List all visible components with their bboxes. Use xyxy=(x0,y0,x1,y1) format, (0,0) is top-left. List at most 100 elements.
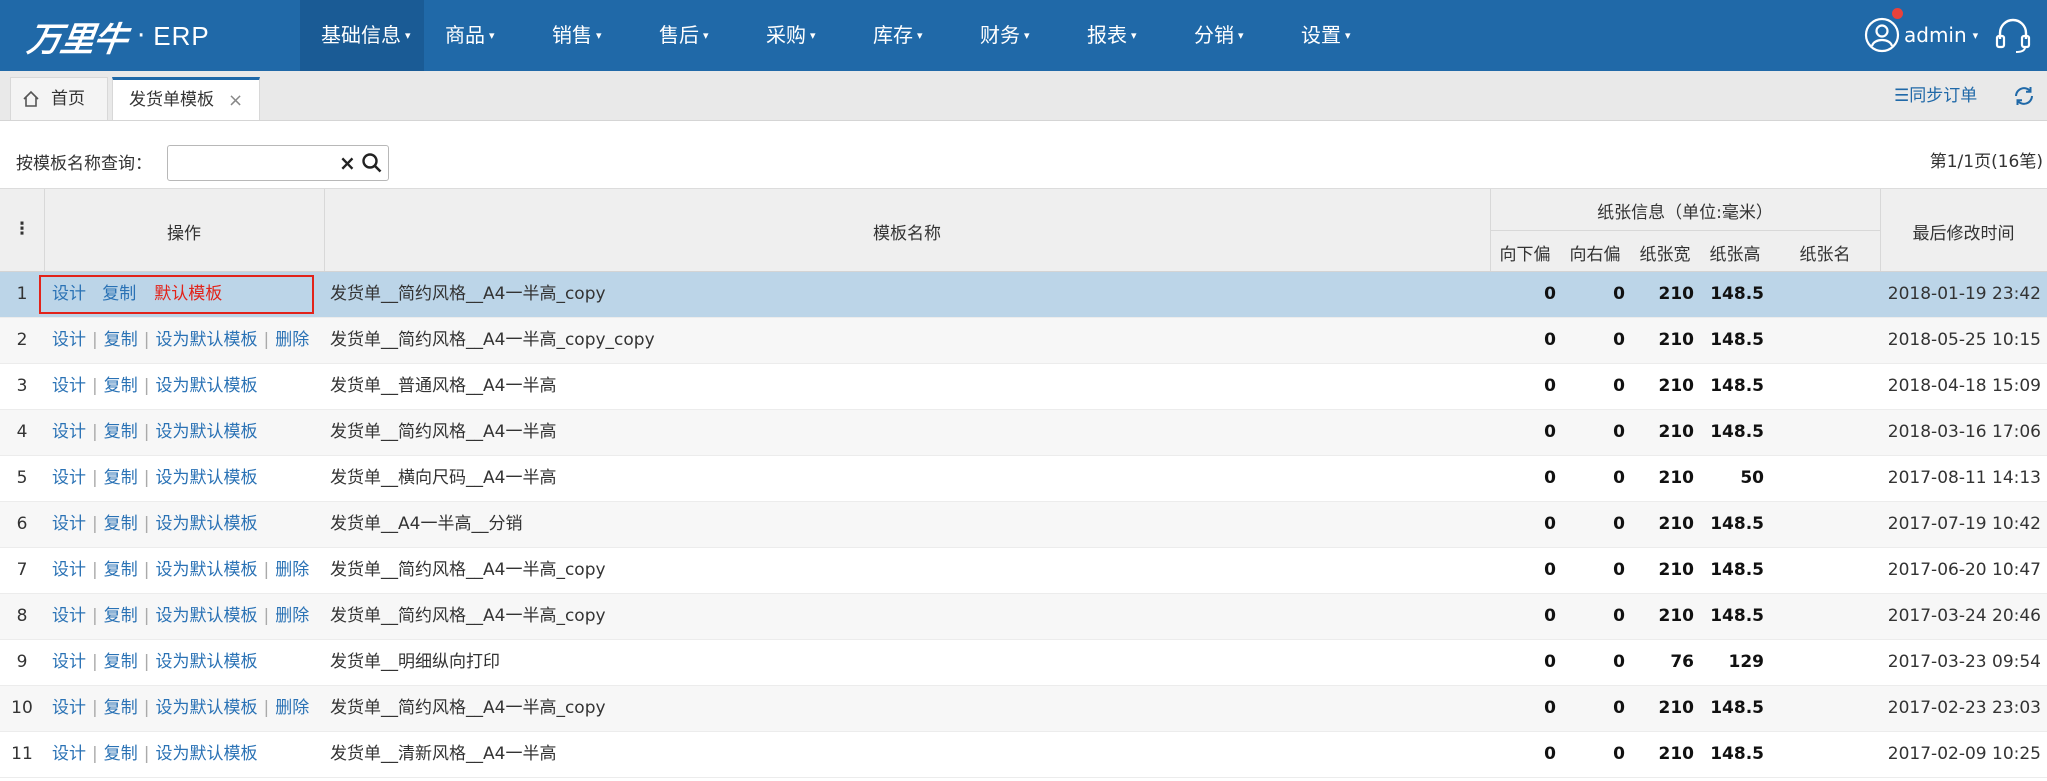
copy-link[interactable]: 复制 xyxy=(104,468,138,488)
nav-item[interactable]: 库存 ▾ xyxy=(852,0,959,71)
header-ops: 操作 xyxy=(167,224,201,244)
down-offset: 0 xyxy=(1544,330,1556,350)
set-default-link[interactable]: 设为默认模板 xyxy=(155,514,257,534)
design-link[interactable]: 设计 xyxy=(52,652,86,672)
set-default-link[interactable]: 设为默认模板 xyxy=(155,606,257,626)
copy-link[interactable]: 复制 xyxy=(104,330,138,350)
nav-item[interactable]: 采购 ▾ xyxy=(745,0,852,71)
set-default-link[interactable]: 设为默认模板 xyxy=(155,652,257,672)
clear-icon[interactable]: × xyxy=(339,151,356,175)
header-paper-name[interactable]: 纸张名 xyxy=(1770,240,1880,265)
table-row[interactable]: 6 设计 | 复制 | 设为默认模板 发货单__A4一半高__分销 0 0 210 148.5 201… xyxy=(0,502,2047,548)
delete-link[interactable]: 删除 xyxy=(275,606,309,626)
set-default-link[interactable]: 设为默认模板 xyxy=(155,330,257,350)
headset-icon[interactable] xyxy=(1994,15,2032,55)
copy-link[interactable]: 复制 xyxy=(104,376,138,396)
set-default-link[interactable]: 设为默认模板 xyxy=(155,560,257,580)
delete-link[interactable]: 删除 xyxy=(275,560,309,580)
copy-link[interactable]: 复制 xyxy=(104,698,138,718)
set-default-link[interactable]: 设为默认模板 xyxy=(155,468,257,488)
sync-orders-button[interactable]: ☰同步订单 xyxy=(1894,84,1977,108)
design-link[interactable]: 设计 xyxy=(52,376,86,396)
nav-item[interactable]: 商品 ▾ xyxy=(424,0,531,71)
copy-link[interactable]: 复制 xyxy=(104,744,138,764)
right-offset: 0 xyxy=(1613,330,1625,350)
table-header: ⋮ 操作 模板名称 纸张信息（单位:毫米） 向下偏 向右偏 纸张宽 纸张高 纸张… xyxy=(0,188,2047,272)
home-icon xyxy=(23,90,39,107)
copy-link[interactable]: 复制 xyxy=(104,514,138,534)
nav-item[interactable]: 销售 ▾ xyxy=(531,0,638,71)
template-name: 发货单__清新风格__A4一半高 xyxy=(330,744,557,764)
refresh-icon[interactable] xyxy=(2012,84,2036,108)
set-default-link[interactable]: 设为默认模板 xyxy=(155,744,257,764)
design-link[interactable]: 设计 xyxy=(52,698,86,718)
chevron-down-icon: ▾ xyxy=(405,29,411,42)
nav-item[interactable]: 报表 ▾ xyxy=(1066,0,1173,71)
separator: | xyxy=(143,744,150,764)
right-offset: 0 xyxy=(1613,744,1625,764)
tab-delivery-template[interactable]: 发货单模板 × xyxy=(112,77,260,120)
set-default-link[interactable]: 设为默认模板 xyxy=(155,376,257,396)
tab-home[interactable]: 首页 xyxy=(10,77,108,120)
nav-item[interactable]: 售后 ▾ xyxy=(638,0,745,71)
chevron-down-icon: ▾ xyxy=(596,29,602,42)
table-row[interactable]: 3 设计 | 复制 | 设为默认模板 发货单__普通风格__A4一半高 0 0 210 148.5 2… xyxy=(0,364,2047,410)
row-actions: 设计 | 复制 | 设为默认模板 | 删除 xyxy=(52,548,309,593)
design-link[interactable]: 设计 xyxy=(52,330,86,350)
table-row[interactable]: 10 设计 | 复制 | 设为默认模板 | 删除 发货单__简约风格__A4一半高_copy 0 0… xyxy=(0,686,2047,732)
copy-link[interactable]: 复制 xyxy=(104,560,138,580)
design-link[interactable]: 设计 xyxy=(52,744,86,764)
down-offset: 0 xyxy=(1544,468,1556,488)
nav-item-label: 库存 xyxy=(873,23,913,47)
header-down-offset[interactable]: 向下偏 xyxy=(1490,240,1560,265)
table-row[interactable]: 2 设计 | 复制 | 设为默认模板 | 删除 发货单__简约风格__A4一半高_copy_co… xyxy=(0,318,2047,364)
header-paper-width[interactable]: 纸张宽 xyxy=(1630,240,1700,265)
nav-item[interactable]: 基础信息 ▾ xyxy=(300,0,424,71)
nav-item[interactable]: 财务 ▾ xyxy=(959,0,1066,71)
column-menu-icon[interactable]: ⋮ xyxy=(0,219,44,239)
header-template-name[interactable]: 模板名称 xyxy=(324,219,1490,244)
template-name: 发货单__横向尺码__A4一半高 xyxy=(330,468,557,488)
modified-time: 2017-06-20 10:47 xyxy=(1887,560,2041,580)
paper-width: 210 xyxy=(1658,744,1695,764)
table-row[interactable]: 8 设计 | 复制 | 设为默认模板 | 删除 发货单__简约风格__A4一半高_copy 0 0 2… xyxy=(0,594,2047,640)
design-link[interactable]: 设计 xyxy=(52,560,86,580)
row-number: 2 xyxy=(16,330,28,350)
table-row[interactable]: 11 设计 | 复制 | 设为默认模板 发货单__清新风格__A4一半高 0 0 210 148.5… xyxy=(0,732,2047,778)
row-number: 11 xyxy=(11,744,33,764)
separator: | xyxy=(263,606,270,626)
design-link[interactable]: 设计 xyxy=(52,514,86,534)
design-link[interactable]: 设计 xyxy=(52,422,86,442)
table-row[interactable]: 9 设计 | 复制 | 设为默认模板 发货单__明细纵向打印 0 0 76 129 2017-03-2… xyxy=(0,640,2047,686)
table-row[interactable]: 7 设计 | 复制 | 设为默认模板 | 删除 发货单__简约风格__A4一半高_copy 0 0 2… xyxy=(0,548,2047,594)
separator: | xyxy=(263,330,270,350)
header-right-offset[interactable]: 向右偏 xyxy=(1560,240,1630,265)
set-default-link[interactable]: 设为默认模板 xyxy=(155,422,257,442)
template-name: 发货单__简约风格__A4一半高_copy xyxy=(330,698,606,718)
table-row[interactable]: 1 设计 复制 默认模板 发货单__简约风格__A4一半高_copy 0 0 210 148.… xyxy=(0,272,2047,318)
copy-link[interactable]: 复制 xyxy=(104,606,138,626)
search-icon[interactable] xyxy=(361,152,383,174)
delete-link[interactable]: 删除 xyxy=(275,330,309,350)
paper-height: 129 xyxy=(1728,652,1765,672)
nav-item-label: 财务 xyxy=(980,23,1020,47)
table-row[interactable]: 5 设计 | 复制 | 设为默认模板 发货单__横向尺码__A4一半高 0 0 210 50 2017… xyxy=(0,456,2047,502)
paper-width: 210 xyxy=(1658,698,1695,718)
header-paper-height[interactable]: 纸张高 xyxy=(1700,240,1770,265)
copy-link[interactable]: 复制 xyxy=(104,652,138,672)
delete-link[interactable]: 删除 xyxy=(275,698,309,718)
copy-link[interactable]: 复制 xyxy=(104,422,138,442)
design-link[interactable]: 设计 xyxy=(52,606,86,626)
nav-item[interactable]: 分销 ▾ xyxy=(1173,0,1280,71)
nav-item[interactable]: 设置 ▾ xyxy=(1280,0,1387,71)
header-modified-time[interactable]: 最后修改时间 xyxy=(1880,219,2047,244)
template-name: 发货单__简约风格__A4一半高_copy xyxy=(330,560,606,580)
set-default-link[interactable]: 设为默认模板 xyxy=(155,698,257,718)
close-icon[interactable]: × xyxy=(228,79,243,122)
search-input[interactable] xyxy=(172,149,336,179)
app-logo[interactable]: 万里牛 · ERP xyxy=(25,10,210,62)
user-menu[interactable]: admin ▾ xyxy=(1864,14,1978,56)
chevron-down-icon: ▾ xyxy=(1024,29,1030,42)
design-link[interactable]: 设计 xyxy=(52,468,86,488)
table-row[interactable]: 4 设计 | 复制 | 设为默认模板 发货单__简约风格__A4一半高 0 0 210 148.5 2… xyxy=(0,410,2047,456)
